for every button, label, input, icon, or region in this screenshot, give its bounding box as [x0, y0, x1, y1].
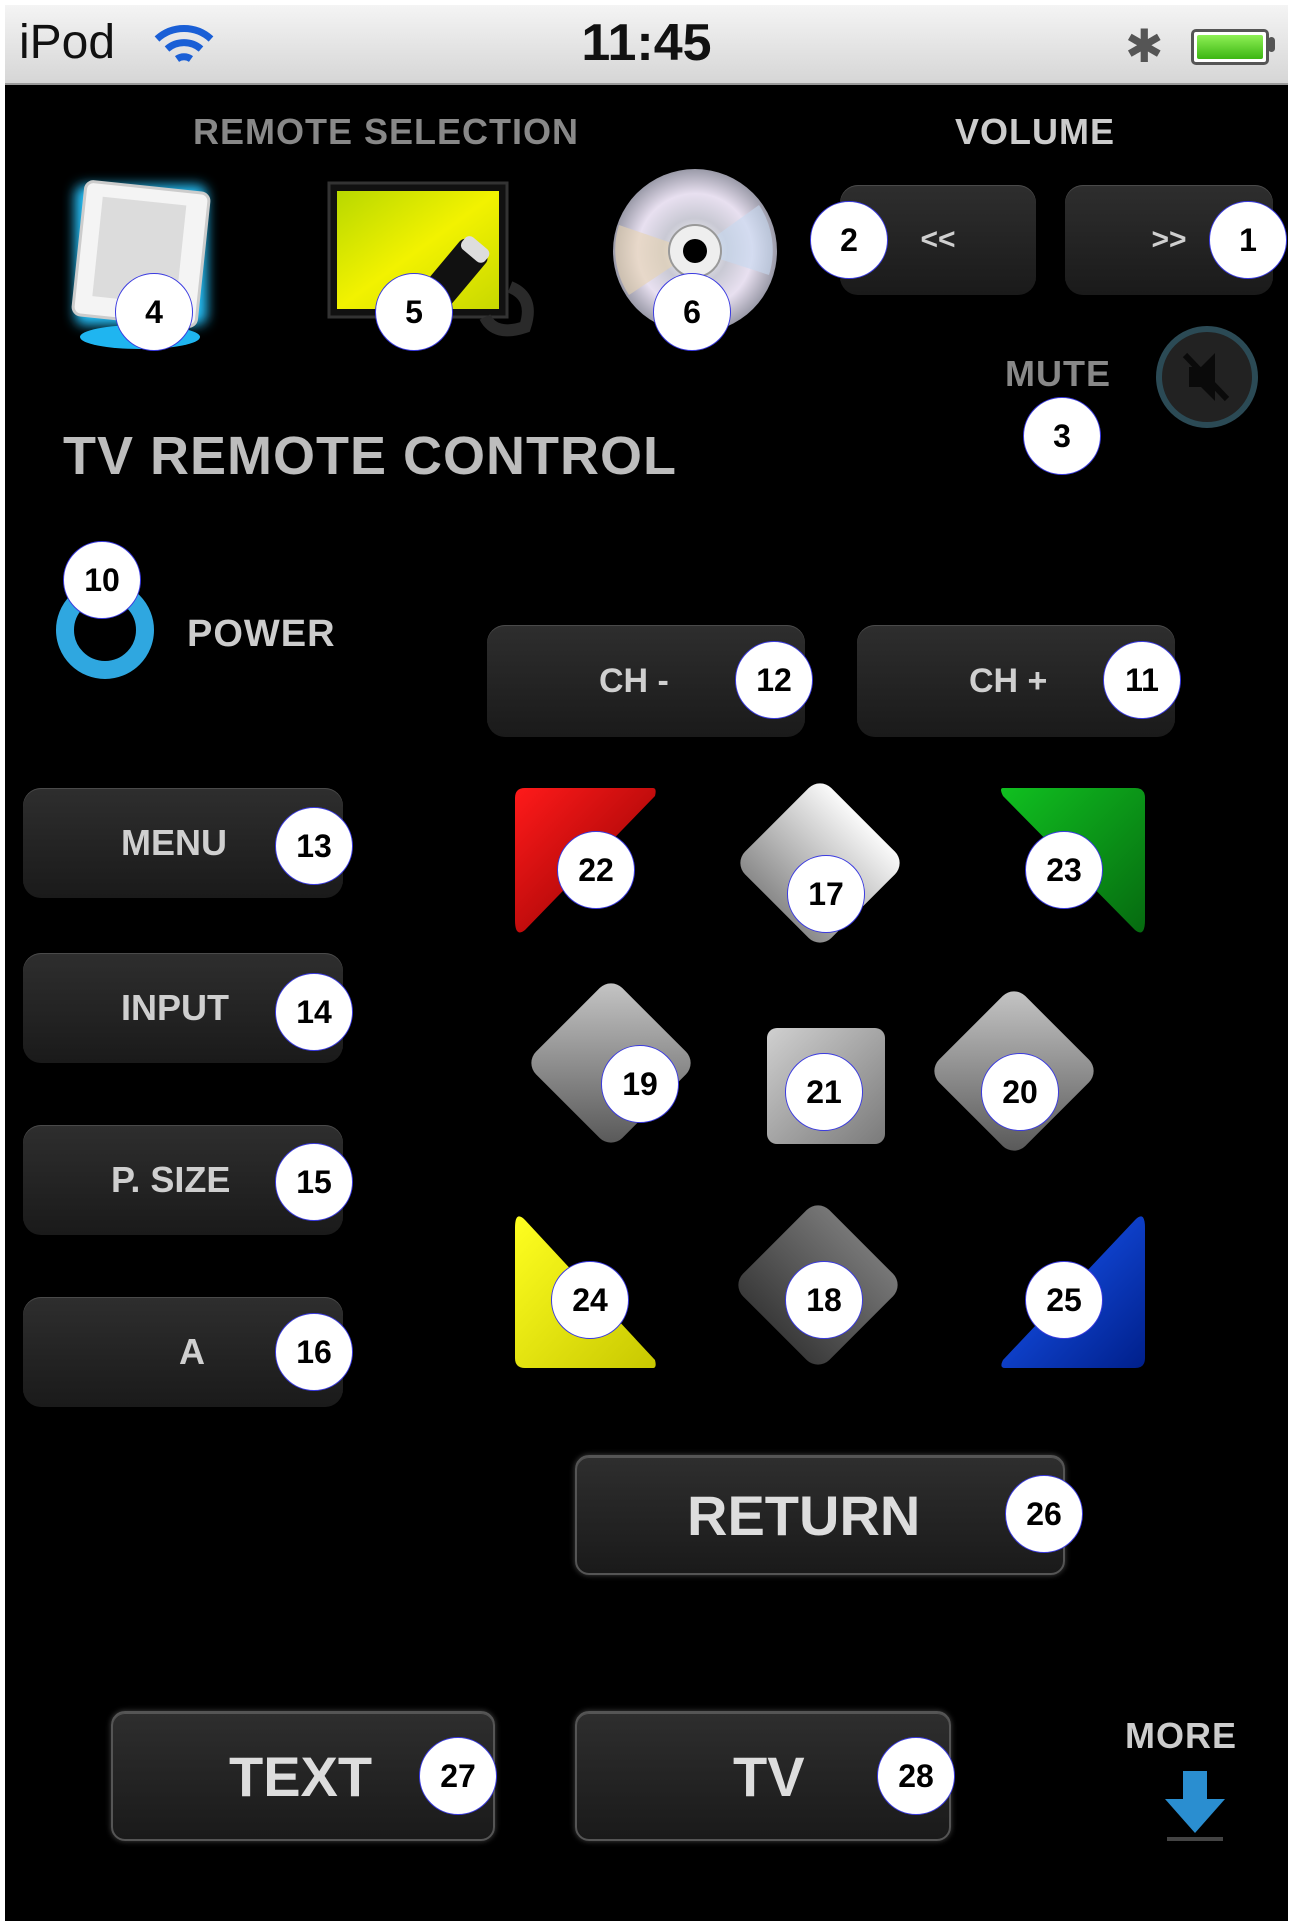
badge-25: 25 [1025, 1261, 1103, 1339]
badge-13: 13 [275, 807, 353, 885]
badge-2: 2 [810, 201, 888, 279]
bluetooth-icon: ✱ [1125, 20, 1164, 72]
badge-26: 26 [1005, 1475, 1083, 1553]
status-bar: iPod 11:45 ✱ [5, 5, 1288, 85]
badge-5: 5 [375, 273, 453, 351]
mute-label: MUTE [1005, 353, 1111, 394]
badge-12: 12 [735, 641, 813, 719]
badge-14: 14 [275, 973, 353, 1051]
badge-22: 22 [557, 831, 635, 909]
more-label: MORE [1125, 1715, 1237, 1756]
badge-10: 10 [63, 541, 141, 619]
page-title: TV REMOTE CONTROL [63, 426, 677, 486]
badge-15: 15 [275, 1143, 353, 1221]
mute-speaker-icon[interactable] [1155, 325, 1259, 429]
badge-17: 17 [787, 855, 865, 933]
power-label: POWER [187, 613, 336, 655]
clock: 11:45 [581, 14, 712, 72]
badge-18: 18 [785, 1261, 863, 1339]
badge-20: 20 [981, 1053, 1059, 1131]
badge-3: 3 [1023, 397, 1101, 475]
battery-icon [1191, 29, 1269, 65]
badge-28: 28 [877, 1737, 955, 1815]
badge-16: 16 [275, 1313, 353, 1391]
volume-label: VOLUME [955, 111, 1116, 152]
badge-23: 23 [1025, 831, 1103, 909]
badge-11: 11 [1103, 641, 1181, 719]
return-button[interactable]: RETURN [575, 1455, 1065, 1575]
badge-21: 21 [785, 1053, 863, 1131]
badge-4: 4 [115, 273, 193, 351]
more-arrow-icon[interactable] [1155, 1765, 1235, 1845]
badge-1: 1 [1209, 201, 1287, 279]
remote-selection-label: REMOTE SELECTION [193, 111, 580, 152]
badge-6: 6 [653, 273, 731, 351]
remote-app-screen: iPod 11:45 ✱ REMOTE SELECTION VOLUME << … [5, 5, 1288, 1921]
badge-27: 27 [419, 1737, 497, 1815]
badge-24: 24 [551, 1261, 629, 1339]
badge-19: 19 [601, 1045, 679, 1123]
